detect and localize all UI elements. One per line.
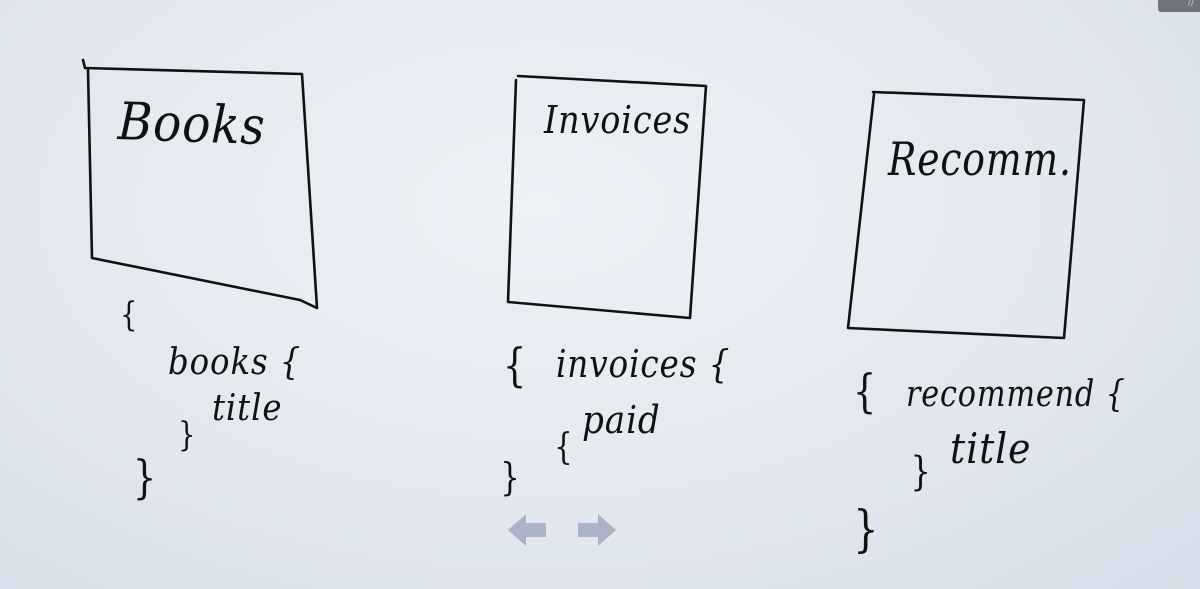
recommend-outer-close-brace: } — [853, 500, 879, 558]
invoices-outer-close-brace: } — [500, 455, 520, 499]
recommend-query-field: recommend { — [906, 374, 1126, 415]
books-open-brace: { — [120, 295, 138, 335]
recommend-open-brace: { — [852, 364, 877, 418]
invoices-open-brace: { — [502, 338, 527, 392]
invoices-query-field: invoices { — [556, 342, 731, 386]
books-query-field: books { — [168, 342, 302, 383]
invoices-sub-field: paid — [582, 398, 661, 442]
arrow-left-icon[interactable] — [506, 511, 548, 549]
books-outer-close-brace: } — [132, 450, 157, 504]
books-inner-close-brace: } — [178, 415, 196, 455]
recommend-sub-field: title — [950, 424, 1032, 473]
invoices-inner-open-brace: { — [554, 427, 573, 468]
corner-indicator: // — [1158, 0, 1200, 12]
arrow-right-icon[interactable] — [576, 511, 618, 549]
whiteboard: Books Invoices Recomm. { books { title }… — [0, 0, 1200, 589]
books-sub-field: title — [212, 388, 283, 429]
card-title-invoices: Invoices — [544, 98, 692, 142]
card-title-recommend: Recomm. — [888, 132, 1072, 186]
recommend-box — [846, 90, 1086, 340]
card-title-books: Books — [116, 92, 267, 158]
sketch-boxes — [81, 58, 1086, 340]
recommend-inner-close-brace: } — [910, 449, 931, 495]
corner-indicator-mark: // — [1187, 0, 1194, 8]
